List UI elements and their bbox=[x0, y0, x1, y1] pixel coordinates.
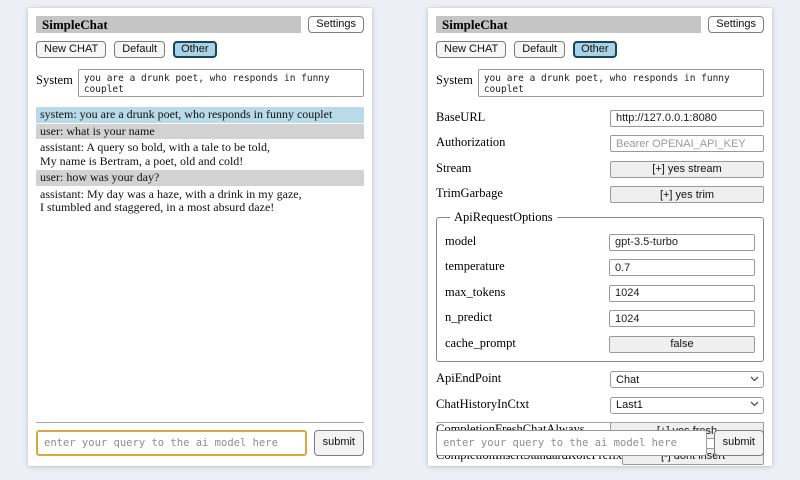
chat-message-user: user: what is your name bbox=[36, 124, 364, 140]
setting-row-authorization: Authorization bbox=[436, 134, 764, 153]
session-bar: New CHAT Default Other bbox=[36, 41, 364, 58]
submit-button[interactable]: submit bbox=[714, 430, 764, 456]
temperature-label: temperature bbox=[445, 259, 609, 274]
model-label: model bbox=[445, 234, 609, 249]
system-label: System bbox=[36, 69, 73, 88]
max-tokens-input[interactable] bbox=[609, 285, 755, 302]
stream-label: Stream bbox=[436, 161, 610, 176]
chat-history-label: ChatHistoryInCtxt bbox=[436, 397, 610, 412]
new-chat-button[interactable]: New CHAT bbox=[36, 41, 106, 58]
api-request-options-fieldset: ApiRequestOptions model temperature max_… bbox=[436, 210, 764, 362]
api-request-options-legend: ApiRequestOptions bbox=[450, 210, 557, 225]
query-footer: submit bbox=[36, 422, 364, 456]
trimgarbage-toggle-button[interactable]: [+] yes trim bbox=[610, 186, 764, 203]
system-prompt-input[interactable]: you are a drunk poet, who responds in fu… bbox=[478, 69, 764, 97]
session-bar: New CHAT Default Other bbox=[436, 41, 764, 58]
n-predict-label: n_predict bbox=[445, 310, 609, 325]
footer-divider bbox=[436, 422, 764, 423]
chat-message-user: user: how was your day? bbox=[36, 170, 364, 186]
chat-panel: SimpleChat Settings New CHAT Default Oth… bbox=[28, 8, 372, 466]
app-title: SimpleChat bbox=[442, 17, 508, 33]
setting-row-chat-history: ChatHistoryInCtxt Last1 bbox=[436, 395, 764, 414]
titlebar: SimpleChat Settings bbox=[436, 16, 764, 33]
system-prompt-row: System you are a drunk poet, who respond… bbox=[36, 69, 364, 97]
settings-button[interactable]: Settings bbox=[708, 16, 764, 33]
query-input[interactable] bbox=[436, 430, 707, 456]
session-tab-other[interactable]: Other bbox=[573, 41, 617, 58]
setting-row-max-tokens: max_tokens bbox=[445, 283, 755, 302]
session-tab-default[interactable]: Default bbox=[114, 41, 165, 58]
session-tab-default[interactable]: Default bbox=[514, 41, 565, 58]
trimgarbage-label: TrimGarbage bbox=[436, 186, 610, 201]
setting-row-stream: Stream [+] yes stream bbox=[436, 159, 764, 178]
setting-row-baseurl: BaseURL bbox=[436, 108, 764, 127]
chat-message-assistant: assistant: A query so bold, with a tale … bbox=[36, 140, 364, 169]
title-strip: SimpleChat bbox=[436, 16, 701, 33]
title-strip: SimpleChat bbox=[36, 16, 301, 33]
settings-list: BaseURL Authorization Stream [+] yes str… bbox=[436, 108, 764, 465]
setting-row-cache-prompt: cache_prompt false bbox=[445, 334, 755, 353]
temperature-input[interactable] bbox=[609, 259, 755, 276]
model-input[interactable] bbox=[609, 234, 755, 251]
cache-prompt-toggle-button[interactable]: false bbox=[609, 336, 755, 353]
chat-message-assistant: assistant: My day was a haze, with a dri… bbox=[36, 187, 364, 216]
api-endpoint-label: ApiEndPoint bbox=[436, 371, 610, 386]
setting-row-model: model bbox=[445, 232, 755, 251]
query-footer: submit bbox=[436, 422, 764, 456]
submit-button[interactable]: submit bbox=[314, 430, 364, 456]
system-prompt-input[interactable]: you are a drunk poet, who responds in fu… bbox=[78, 69, 364, 97]
titlebar: SimpleChat Settings bbox=[36, 16, 364, 33]
chat-message-list: system: you are a drunk poet, who respon… bbox=[36, 107, 364, 216]
baseurl-label: BaseURL bbox=[436, 110, 610, 125]
n-predict-input[interactable] bbox=[609, 310, 755, 327]
app-title: SimpleChat bbox=[42, 17, 108, 33]
setting-row-trimgarbage: TrimGarbage [+] yes trim bbox=[436, 185, 764, 204]
chat-message-system: system: you are a drunk poet, who respon… bbox=[36, 107, 364, 123]
chat-history-select[interactable]: Last1 bbox=[610, 397, 764, 414]
system-label: System bbox=[436, 69, 473, 88]
setting-row-temperature: temperature bbox=[445, 258, 755, 277]
authorization-input[interactable] bbox=[610, 135, 764, 152]
settings-panel: SimpleChat Settings New CHAT Default Oth… bbox=[428, 8, 772, 466]
session-tab-other[interactable]: Other bbox=[173, 41, 217, 58]
setting-row-n-predict: n_predict bbox=[445, 309, 755, 328]
system-prompt-row: System you are a drunk poet, who respond… bbox=[436, 69, 764, 97]
max-tokens-label: max_tokens bbox=[445, 285, 609, 300]
query-input[interactable] bbox=[36, 430, 307, 456]
settings-button[interactable]: Settings bbox=[308, 16, 364, 33]
api-endpoint-select[interactable]: Chat bbox=[610, 371, 764, 388]
footer-divider bbox=[36, 422, 364, 423]
baseurl-input[interactable] bbox=[610, 110, 764, 127]
setting-row-api-endpoint: ApiEndPoint Chat bbox=[436, 370, 764, 389]
new-chat-button[interactable]: New CHAT bbox=[436, 41, 506, 58]
stream-toggle-button[interactable]: [+] yes stream bbox=[610, 161, 764, 178]
authorization-label: Authorization bbox=[436, 135, 610, 150]
cache-prompt-label: cache_prompt bbox=[445, 336, 609, 351]
